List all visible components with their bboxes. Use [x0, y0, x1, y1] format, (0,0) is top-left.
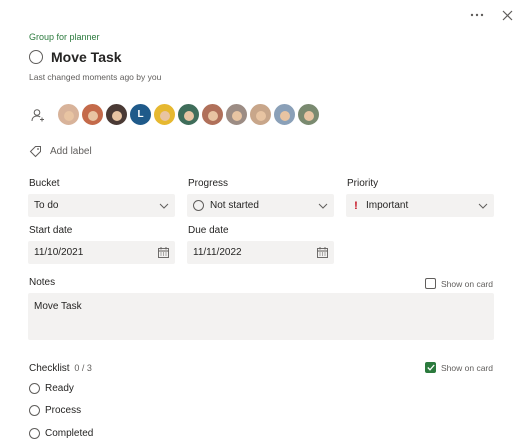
checklist-item-checkbox[interactable]: [29, 428, 40, 439]
start-date-field[interactable]: 11/10/2021: [28, 241, 175, 264]
start-date-label: Start date: [29, 225, 73, 236]
priority-label: Priority: [347, 178, 379, 189]
avatar-photo: [183, 110, 194, 121]
calendar-icon[interactable]: [158, 247, 169, 258]
checklist-item-checkbox[interactable]: [29, 405, 40, 416]
checklist-item-label[interactable]: Ready: [45, 383, 74, 394]
avatar[interactable]: [105, 103, 128, 126]
avatar-photo: [231, 110, 242, 121]
checklist-show-on-card-checkbox[interactable]: [425, 362, 437, 373]
avatar-photo: [279, 110, 290, 121]
avatar[interactable]: [249, 103, 272, 126]
add-label-text: Add label: [50, 146, 92, 157]
checklist-item[interactable]: Completed: [29, 428, 93, 439]
important-icon: !: [354, 199, 358, 212]
due-date-field[interactable]: 11/11/2022: [187, 241, 334, 264]
avatar[interactable]: [177, 103, 200, 126]
start-date-value: 11/10/2021: [34, 247, 84, 258]
notes-textarea[interactable]: Move Task: [28, 293, 494, 340]
notes-show-on-card-checkbox[interactable]: [425, 278, 437, 289]
title-row: Move Task: [29, 49, 122, 65]
chevron-down-icon: [159, 203, 169, 209]
avatar-photo: [87, 110, 98, 121]
close-icon[interactable]: [498, 6, 516, 24]
more-options-icon[interactable]: [468, 6, 486, 24]
avatar-photo: [207, 110, 218, 121]
priority-dropdown[interactable]: ! Important: [346, 194, 494, 217]
checklist-label: Checklist: [29, 363, 70, 374]
checklist-item[interactable]: Process: [29, 405, 81, 416]
avatar[interactable]: [57, 103, 80, 126]
avatar-photo: [63, 110, 74, 121]
group-name[interactable]: Group for planner: [29, 32, 100, 42]
avatar[interactable]: L: [129, 103, 152, 126]
notes-label: Notes: [29, 277, 56, 288]
checklist-show-on-card[interactable]: Show on card: [425, 362, 493, 373]
chevron-down-icon: [478, 203, 488, 209]
avatar[interactable]: [81, 103, 104, 126]
checklist-item[interactable]: Ready: [29, 383, 74, 394]
checklist-count: 0 / 3: [74, 363, 92, 373]
checklist-show-on-card-label: Show on card: [441, 362, 493, 373]
bucket-value: To do: [34, 200, 59, 211]
priority-value: Important: [366, 200, 409, 211]
task-title[interactable]: Move Task: [51, 49, 122, 65]
avatar[interactable]: [273, 103, 296, 126]
avatar-photo: [255, 110, 266, 121]
checklist-header: Checklist 0 / 3: [29, 363, 92, 374]
top-actions: [468, 6, 516, 24]
avatar[interactable]: [201, 103, 224, 126]
notes-show-on-card-label: Show on card: [441, 278, 493, 289]
avatar-initial: L: [137, 109, 144, 120]
avatar[interactable]: [225, 103, 248, 126]
checklist-item-checkbox[interactable]: [29, 383, 40, 394]
checklist-item-label[interactable]: Process: [45, 405, 81, 416]
progress-value: Not started: [210, 200, 259, 211]
bucket-label: Bucket: [29, 178, 60, 189]
not-started-icon: [193, 200, 204, 211]
calendar-icon[interactable]: [317, 247, 328, 258]
checkmark-icon: [426, 364, 435, 371]
assign-person-icon[interactable]: [29, 106, 47, 124]
tag-icon: [29, 146, 41, 158]
due-date-label: Due date: [188, 225, 229, 236]
avatar[interactable]: [297, 103, 320, 126]
due-date-value: 11/11/2022: [193, 247, 242, 258]
notes-show-on-card[interactable]: Show on card: [425, 278, 493, 289]
bucket-dropdown[interactable]: To do: [28, 194, 175, 217]
avatar[interactable]: [153, 103, 176, 126]
assignees-row: L: [29, 103, 320, 126]
avatar-photo: [159, 110, 170, 121]
avatar-photo: [303, 110, 314, 121]
progress-dropdown[interactable]: Not started: [187, 194, 334, 217]
avatar-photo: [111, 110, 122, 121]
complete-task-checkbox[interactable]: [29, 50, 43, 64]
progress-label: Progress: [188, 178, 229, 189]
last-changed-text: Last changed moments ago by you: [29, 72, 162, 82]
add-label-row[interactable]: Add label: [29, 145, 92, 158]
assignee-avatars: L: [57, 103, 320, 126]
checklist-item-label[interactable]: Completed: [45, 428, 93, 439]
chevron-down-icon: [318, 203, 328, 209]
